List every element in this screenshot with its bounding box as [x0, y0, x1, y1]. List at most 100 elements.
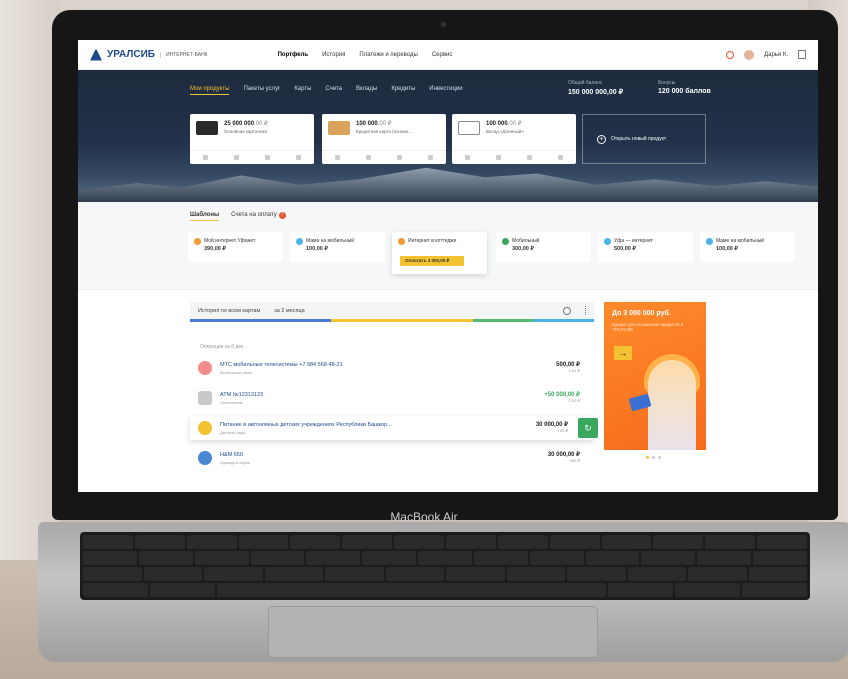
- action-icon[interactable]: [527, 155, 532, 160]
- op-category: Детские сады: [220, 429, 246, 435]
- internet-icon: [604, 238, 611, 245]
- pay-button[interactable]: Оплатить 3 000,00 ₽: [400, 256, 464, 266]
- template-card[interactable]: Мама на мобильный 100,00 ₽: [290, 232, 385, 262]
- product-amount-cents: ,00 ₽: [377, 121, 392, 127]
- carousel-dot[interactable]: [658, 456, 661, 459]
- open-product-label: Открыть новый продукт: [611, 136, 667, 142]
- product-amount-cents: ,00 ₽: [254, 121, 268, 127]
- action-icon[interactable]: [366, 155, 371, 160]
- promo-person-image: [648, 360, 696, 450]
- nav-payments[interactable]: Платежи и переводы: [359, 52, 417, 58]
- template-name: Интернет в коттедже: [408, 238, 457, 244]
- action-icon[interactable]: [265, 155, 270, 160]
- op-category: Мобильная связь: [220, 369, 253, 375]
- op-sum: 30 000,00 ₽300 ₽: [548, 451, 580, 463]
- repeat-icon[interactable]: ↻: [578, 418, 598, 438]
- tab-my-products[interactable]: Мои продукты: [190, 86, 230, 95]
- product-card-main[interactable]: 25 000 000,00 ₽ Основная карточная: [190, 114, 314, 164]
- action-icon[interactable]: [465, 155, 470, 160]
- tab-investments[interactable]: Инвестиции: [429, 86, 462, 95]
- filter-period[interactable]: за 2 месяца: [274, 308, 304, 314]
- action-icon[interactable]: [203, 155, 208, 160]
- tab-accounts[interactable]: Счета: [325, 86, 342, 95]
- alert-badge: !: [278, 212, 286, 219]
- action-icon[interactable]: [397, 155, 402, 160]
- bell-icon[interactable]: [726, 50, 735, 59]
- mountains-image: [78, 167, 818, 202]
- list-item[interactable]: H&M 650 Одежда и обувь 30 000,00 ₽300 ₽: [190, 446, 594, 470]
- template-amount: 500,00 ₽: [614, 246, 636, 252]
- bonus-balance[interactable]: Бонусы 120 000 баллов: [658, 80, 711, 95]
- product-card-deposit[interactable]: 100 000,00 ₽ Вклад «Длинный»: [452, 114, 576, 164]
- tab-packages[interactable]: Пакеты услуг: [243, 86, 280, 95]
- template-name: Уфа — интернет: [614, 238, 653, 244]
- safe-icon: [458, 121, 480, 135]
- op-sum-note: 0,00 ₽: [568, 398, 580, 403]
- internet-icon: [398, 238, 405, 245]
- op-sum: 30 000,00 ₽0,00 ₽: [536, 421, 568, 433]
- logout-icon[interactable]: [798, 50, 806, 59]
- product-name: Вклад «Длинный»: [486, 129, 524, 134]
- carousel-dot[interactable]: [652, 456, 655, 459]
- nav-service[interactable]: Сервис: [432, 52, 453, 58]
- nav-history[interactable]: История: [322, 52, 345, 58]
- total-balance[interactable]: Общий баланс 150 000 000,00 ₽: [568, 80, 623, 96]
- carousel-dot[interactable]: [646, 456, 649, 459]
- op-description: H&M 650 Одежда и обувь: [220, 452, 250, 465]
- promo-banner[interactable]: До 3 000 000 руб. Кредит для погашения к…: [604, 302, 706, 450]
- product-actions: [322, 150, 446, 164]
- arrow-right-icon[interactable]: →: [614, 346, 632, 360]
- laptop-screen: УРАЛСИБ ИНТЕРНЕТ-БАНК Портфель История П…: [78, 40, 818, 492]
- template-card[interactable]: Мобильный 300,00 ₽: [496, 232, 591, 262]
- list-item[interactable]: ATM №12313123 Пополнение +50 000,00 ₽0,00…: [190, 386, 594, 410]
- tab-templates[interactable]: Шаблоны: [190, 212, 220, 221]
- op-description: Питание в автономных детских учреждениях…: [220, 422, 392, 435]
- product-amount-cents: ,00 ₽: [507, 121, 522, 127]
- tab-bills[interactable]: Счета на оплату!: [231, 212, 286, 221]
- avatar[interactable]: [744, 49, 755, 60]
- template-card[interactable]: Мой интернет Уфанет 390,00 ₽: [188, 232, 283, 262]
- atm-icon: [198, 391, 212, 405]
- product-name: Основная карточная: [224, 129, 267, 134]
- templates-section: Шаблоны Счета на оплату! Мой интернет Уф…: [78, 202, 818, 290]
- list-item-active[interactable]: Питание в автономных детских учреждениях…: [190, 416, 598, 440]
- template-name: Мама на мобильный: [306, 238, 355, 244]
- keyboard: [80, 532, 810, 600]
- search-icon[interactable]: [563, 306, 571, 315]
- op-sum-note: 3.91 ₽: [568, 368, 580, 373]
- tab-bills-label: Счета на оплату: [231, 212, 277, 218]
- template-amount: 100,00 ₽: [716, 246, 738, 252]
- product-card-credit[interactable]: 100 000,00 ₽ Кредитная карта (основн...: [322, 114, 446, 164]
- action-icon[interactable]: [496, 155, 501, 160]
- tab-cards[interactable]: Карты: [294, 86, 311, 95]
- tab-credits[interactable]: Кредиты: [391, 86, 415, 95]
- template-card-active[interactable]: Интернет в коттедже Оплатить 3 000,00 ₽: [392, 232, 487, 274]
- template-card[interactable]: Маме на мобильный 100,00 ₽: [700, 232, 795, 262]
- logo-subtitle: ИНТЕРНЕТ-БАНК: [159, 51, 208, 58]
- open-product-button[interactable]: + Открыть новый продукт: [582, 114, 706, 164]
- op-title: Питание в автономных детских учреждениях…: [220, 421, 392, 428]
- user-name[interactable]: Дарья К.: [764, 52, 788, 58]
- template-amount: 390,00 ₽: [204, 246, 226, 252]
- op-title: H&M 650: [220, 451, 243, 458]
- more-icon[interactable]: [296, 155, 301, 160]
- op-description: МТС мобильные телесистемы +7 984 568-48-…: [220, 362, 343, 375]
- more-icon[interactable]: [558, 155, 563, 160]
- product-amount-value: 100 000: [486, 121, 508, 127]
- template-card[interactable]: Уфа — интернет 500,00 ₽: [598, 232, 693, 262]
- template-amount: 300,00 ₽: [512, 246, 534, 252]
- promo-text: Кредит для погашения кредитов в УРАЛСИБ: [612, 322, 684, 332]
- more-icon[interactable]: [428, 155, 433, 160]
- action-icon[interactable]: [234, 155, 239, 160]
- top-bar: УРАЛСИБ ИНТЕРНЕТ-БАНК Портфель История П…: [78, 40, 818, 70]
- product-amount: 100 000,00 ₽: [356, 120, 392, 127]
- action-icon[interactable]: [335, 155, 340, 160]
- card-thumbnail: [328, 121, 350, 135]
- nav-portfolio[interactable]: Портфель: [278, 52, 309, 58]
- more-icon[interactable]: [585, 306, 588, 315]
- tab-deposits[interactable]: Вклады: [356, 86, 377, 95]
- logo[interactable]: УРАЛСИБ ИНТЕРНЕТ-БАНК: [90, 48, 208, 61]
- filter-cards[interactable]: История по всем картам: [198, 308, 260, 314]
- list-item[interactable]: МТС мобильные телесистемы +7 984 568-48-…: [190, 356, 594, 380]
- balance-value: 150 000 000,00 ₽: [568, 89, 624, 96]
